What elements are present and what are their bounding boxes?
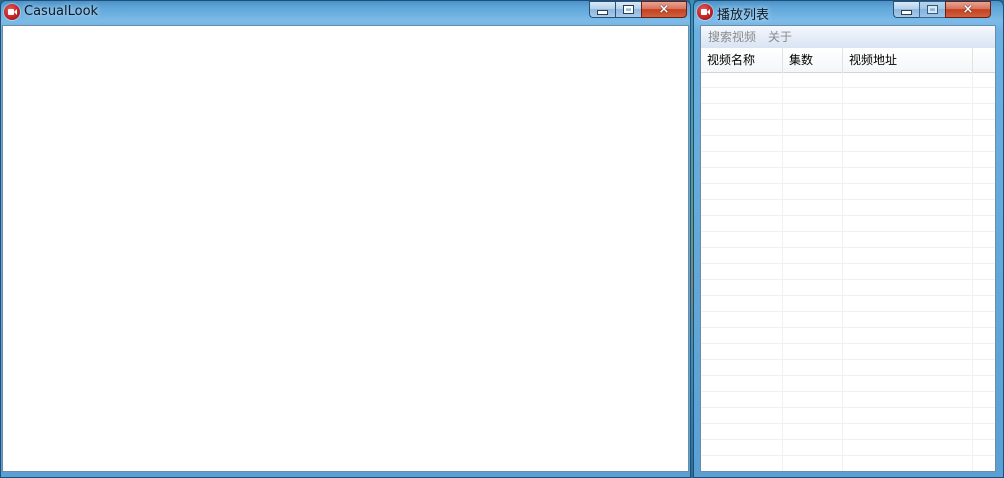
- empty-table-row: [701, 408, 995, 424]
- playlist-window-titlebar[interactable]: 播放列表 ×: [694, 1, 1003, 25]
- menu-about[interactable]: 关于: [762, 26, 798, 48]
- minimize-icon: [597, 10, 608, 15]
- empty-table-row: [701, 120, 995, 136]
- column-header-video-name[interactable]: 视频名称: [701, 48, 783, 72]
- menu-bar: 搜索视频 关于: [701, 26, 995, 49]
- empty-table-row: [701, 360, 995, 376]
- playlist-client-area: 搜索视频 关于 视频名称 集数 视频地址: [700, 25, 996, 472]
- empty-table-row: [701, 88, 995, 104]
- playlist-window-caption-buttons: ×: [893, 1, 991, 19]
- empty-table-row: [701, 424, 995, 440]
- menu-search-video[interactable]: 搜索视频: [701, 26, 762, 48]
- empty-table-row: [701, 296, 995, 312]
- empty-table-row: [701, 184, 995, 200]
- empty-table-row: [701, 248, 995, 264]
- empty-table-row: [701, 136, 995, 152]
- empty-table-row: [701, 264, 995, 280]
- playlist-table[interactable]: 视频名称 集数 视频地址: [701, 48, 995, 471]
- main-window: CasualLook ×: [0, 0, 691, 478]
- video-display-area[interactable]: [2, 25, 689, 472]
- playlist-window-title: 播放列表: [717, 8, 770, 23]
- column-header-video-url[interactable]: 视频地址: [843, 48, 973, 72]
- minimize-button[interactable]: [589, 1, 615, 18]
- close-icon: ×: [962, 2, 974, 17]
- empty-table-row: [701, 312, 995, 328]
- empty-table-row: [701, 456, 995, 471]
- maximize-button[interactable]: [615, 1, 641, 18]
- main-window-caption-buttons: ×: [589, 1, 687, 19]
- playlist-window: 播放列表 × 搜索视频 关于 视频名称 集数 视频地址: [693, 0, 1004, 478]
- table-body: [701, 72, 995, 471]
- empty-table-row: [701, 376, 995, 392]
- maximize-icon: [927, 5, 938, 14]
- empty-table-row: [701, 392, 995, 408]
- empty-table-row: [701, 72, 995, 88]
- minimize-button[interactable]: [893, 1, 919, 18]
- main-window-title: CasualLook: [24, 4, 99, 19]
- table-header: 视频名称 集数 视频地址: [701, 48, 995, 73]
- minimize-icon: [901, 10, 912, 15]
- video-camera-icon: [4, 4, 20, 20]
- empty-table-row: [701, 104, 995, 120]
- empty-table-row: [701, 328, 995, 344]
- empty-table-row: [701, 280, 995, 296]
- empty-table-row: [701, 440, 995, 456]
- close-button[interactable]: ×: [641, 1, 687, 18]
- maximize-icon: [623, 5, 634, 14]
- empty-table-row: [701, 200, 995, 216]
- close-icon: ×: [658, 2, 670, 17]
- maximize-button[interactable]: [919, 1, 945, 18]
- video-camera-icon: [697, 4, 713, 20]
- empty-table-row: [701, 344, 995, 360]
- empty-table-row: [701, 216, 995, 232]
- empty-table-row: [701, 232, 995, 248]
- empty-table-row: [701, 152, 995, 168]
- column-header-episodes[interactable]: 集数: [783, 48, 843, 72]
- close-button[interactable]: ×: [945, 1, 991, 18]
- main-window-titlebar[interactable]: CasualLook ×: [1, 1, 690, 25]
- empty-table-row: [701, 168, 995, 184]
